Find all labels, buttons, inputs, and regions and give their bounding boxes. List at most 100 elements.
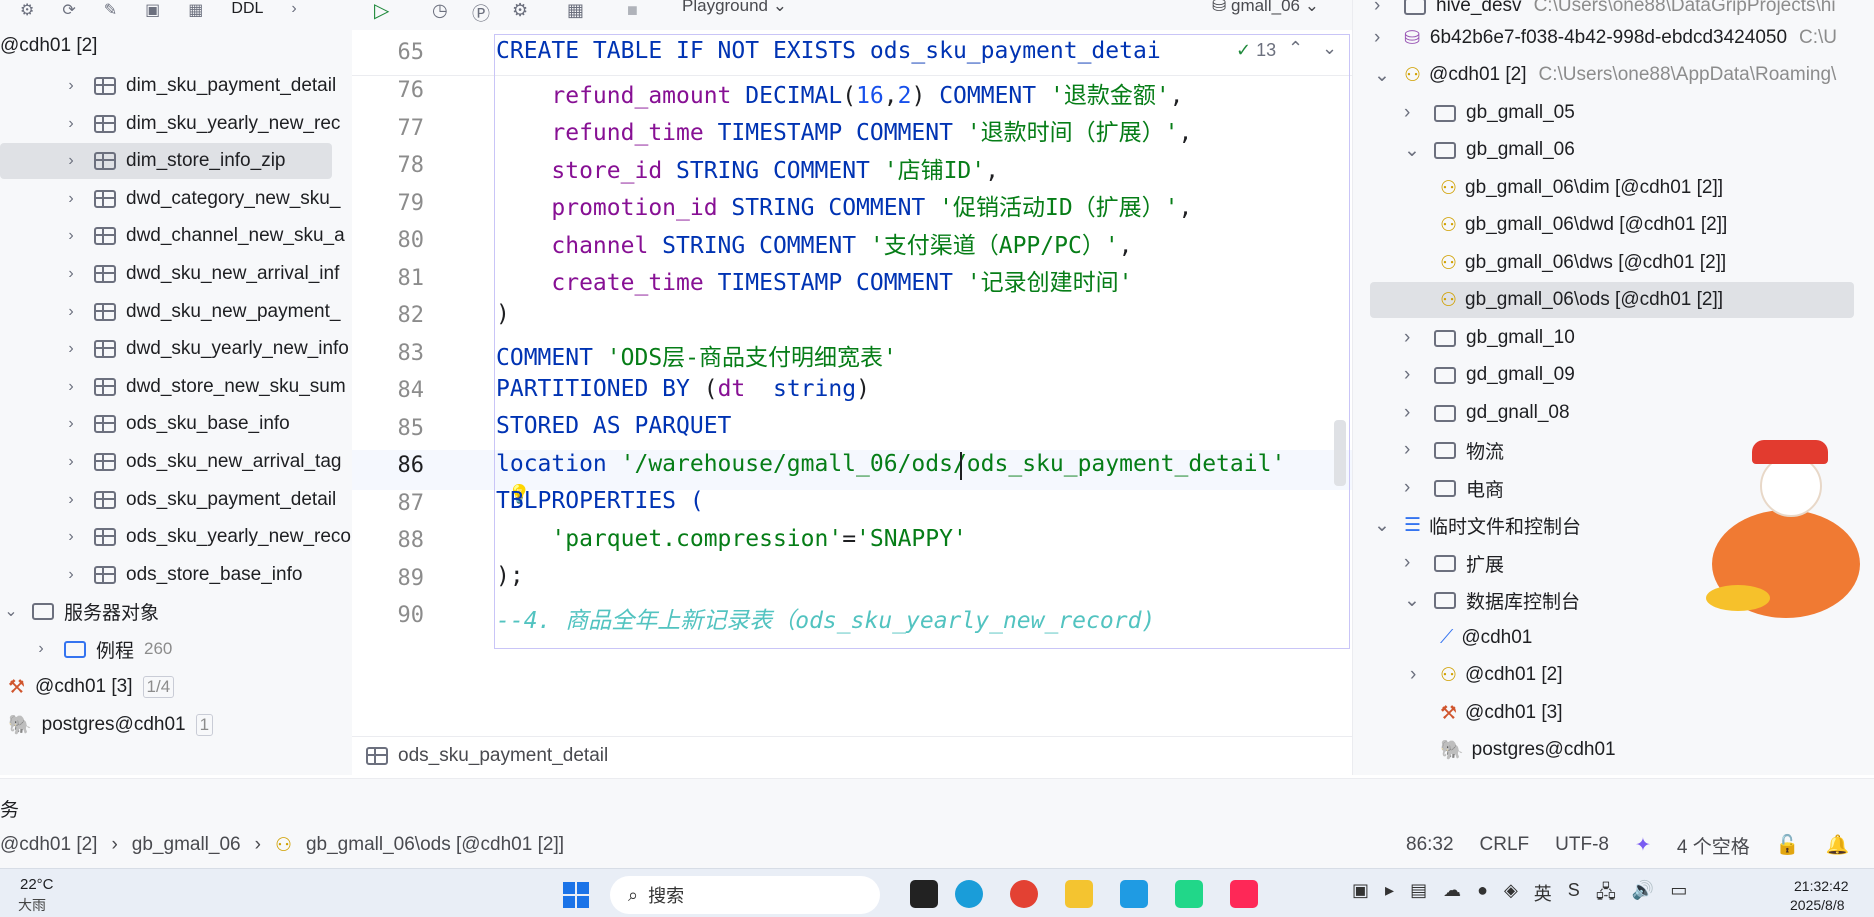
- table-node[interactable]: › ods_sku_new_arrival_tag: [0, 444, 352, 480]
- consoles-node[interactable]: ⌄ 数据库控制台: [1352, 582, 1580, 618]
- clock-time[interactable]: 21:32:42: [1794, 878, 1849, 894]
- table-node[interactable]: › dim_sku_payment_detail: [0, 68, 352, 104]
- chevron-down-icon[interactable]: ⌄: [4, 601, 18, 621]
- chevron-right-icon[interactable]: ›: [64, 340, 78, 358]
- chevron-right-icon[interactable]: ›: [64, 115, 78, 133]
- chevron-right-icon[interactable]: ›: [64, 378, 78, 396]
- tray-app-icon[interactable]: S: [1568, 880, 1580, 910]
- console-cdh01-3[interactable]: ⚒ @cdh01 [3]: [1352, 695, 1563, 731]
- chevron-right-icon[interactable]: ›: [1404, 402, 1424, 424]
- postgres-node[interactable]: 🐘 postgres@cdh01 1: [0, 707, 352, 743]
- chevron-right-icon[interactable]: ›: [64, 265, 78, 283]
- chevron-right-icon[interactable]: ›: [64, 303, 78, 321]
- chevron-right-icon[interactable]: ›: [64, 453, 78, 471]
- network-icon[interactable]: 🖧: [1596, 880, 1616, 910]
- weather-desc[interactable]: 大雨: [18, 895, 46, 915]
- table-node[interactable]: › dim_store_info_zip: [0, 143, 332, 180]
- console-cdh01-2[interactable]: › ⚇ @cdh01 [2]: [1352, 657, 1563, 693]
- table-node[interactable]: › dim_sku_yearly_new_rec: [0, 106, 352, 142]
- console-postgres[interactable]: 🐘 postgres@cdh01: [1352, 732, 1616, 768]
- chevron-down-icon[interactable]: ⌄: [1404, 139, 1424, 162]
- chevron-right-icon[interactable]: ›: [64, 491, 78, 509]
- edge-icon[interactable]: [955, 880, 983, 908]
- chevron-right-icon[interactable]: ›: [64, 227, 78, 245]
- start-button[interactable]: [563, 882, 589, 908]
- chevron-up-icon[interactable]: ⌃: [1288, 38, 1303, 59]
- table-node[interactable]: › dwd_sku_yearly_new_info: [0, 331, 352, 367]
- wuliu-node[interactable]: › 物流: [1352, 432, 1504, 468]
- tree-root[interactable]: @cdh01 [2]: [0, 28, 352, 64]
- chevron-right-icon[interactable]: ›: [34, 640, 48, 658]
- app-icon-store[interactable]: [1120, 880, 1148, 908]
- table-view-icon[interactable]: ▦: [188, 0, 203, 20]
- ext-node[interactable]: › 扩展: [1352, 545, 1504, 581]
- line-separator[interactable]: CRLF: [1480, 834, 1530, 856]
- chevron-right-icon[interactable]: ›: [1404, 552, 1424, 574]
- file-encoding[interactable]: UTF-8: [1555, 834, 1609, 856]
- gb05-node[interactable]: › gb_gmall_05: [1352, 95, 1575, 131]
- chevron-right-icon[interactable]: ›: [1404, 477, 1424, 499]
- editor-breadcrumb[interactable]: ods_sku_payment_detail: [352, 736, 1352, 774]
- table-node[interactable]: › ods_sku_yearly_new_reco: [0, 519, 352, 555]
- ime-icon[interactable]: 英: [1534, 880, 1552, 910]
- status-breadcrumb[interactable]: @cdh01 [2] › gb_gmall_06 › ⚇ gb_gmall_06…: [0, 832, 564, 858]
- app-icon-terminal[interactable]: [910, 880, 938, 908]
- table-node[interactable]: › dwd_category_new_sku_: [0, 181, 352, 217]
- schema-dwd[interactable]: ⚇ gb_gmall_06\dwd [@cdh01 [2]]: [1352, 207, 1727, 243]
- table-node[interactable]: › ods_sku_payment_detail: [0, 482, 352, 518]
- console-cdh01[interactable]: ⟋ @cdh01: [1352, 620, 1532, 656]
- gb06-node[interactable]: ⌄ gb_gmall_06: [1352, 132, 1575, 168]
- chevron-down-icon[interactable]: ⌄: [1322, 38, 1337, 59]
- schema-ods[interactable]: ⚇ gb_gmall_06\ods [@cdh01 [2]]: [1370, 282, 1854, 318]
- chevron-right-icon[interactable]: ›: [64, 190, 78, 208]
- schema-dws[interactable]: ⚇ gb_gmall_06\dws [@cdh01 [2]]: [1352, 245, 1726, 281]
- crumb-datasource[interactable]: @cdh01 [2]: [0, 834, 97, 856]
- chevron-right-icon[interactable]: ›: [1374, 27, 1394, 49]
- caret-position[interactable]: 86:32: [1406, 834, 1454, 856]
- scrollbar-thumb[interactable]: [1334, 420, 1346, 486]
- edit-icon[interactable]: ✎: [104, 0, 117, 20]
- scratch-node[interactable]: ⌄ ☰ 临时文件和控制台: [1352, 507, 1581, 543]
- chevron-down-icon[interactable]: ⌄: [1374, 514, 1394, 537]
- table-node[interactable]: › dwd_sku_new_arrival_inf: [0, 256, 352, 292]
- run-icon[interactable]: ▷: [374, 0, 389, 23]
- chevron-right-icon[interactable]: ›: [64, 566, 78, 584]
- folder-icon[interactable]: [1065, 880, 1093, 908]
- cdh2-node[interactable]: ⌄ ⚇ @cdh01 [2] C:\Users\one88\AppData\Roami…: [1352, 57, 1836, 93]
- chrome-icon[interactable]: [1010, 880, 1038, 908]
- ai-assistant-icon[interactable]: ✦: [1635, 834, 1651, 857]
- indent-setting[interactable]: 4 个空格: [1677, 832, 1750, 859]
- server-objects[interactable]: ⌄ 服务器对象: [0, 593, 352, 629]
- taskbar-search[interactable]: ⌕ 搜索: [610, 876, 880, 914]
- tray-app-icon[interactable]: ▤: [1410, 880, 1427, 910]
- settings-icon[interactable]: ⚙: [512, 0, 528, 21]
- stop-icon[interactable]: ■: [627, 0, 638, 21]
- chevron-down-icon[interactable]: ⌄: [1374, 64, 1394, 87]
- chevron-right-icon[interactable]: ›: [64, 152, 78, 170]
- tray-app-icon[interactable]: ▸: [1385, 880, 1394, 910]
- table-node[interactable]: › dwd_channel_new_sku_a: [0, 218, 352, 254]
- chevron-right-icon[interactable]: ›: [291, 0, 296, 18]
- security-icon[interactable]: ◈: [1504, 880, 1518, 910]
- settings-icon[interactable]: ⚙: [20, 0, 34, 20]
- chevron-right-icon[interactable]: ›: [64, 528, 78, 546]
- clock-date[interactable]: 2025/8/8: [1790, 897, 1845, 913]
- volume-icon[interactable]: 🔊: [1632, 880, 1654, 910]
- chevron-right-icon[interactable]: ›: [1404, 327, 1424, 349]
- gb10-node[interactable]: › gb_gmall_10: [1352, 320, 1575, 356]
- battery-icon[interactable]: ▭: [1670, 880, 1687, 910]
- jump-icon[interactable]: ▣: [145, 0, 160, 20]
- table-node[interactable]: › dwd_store_new_sku_sum: [0, 369, 352, 405]
- refresh-icon[interactable]: ⟳: [62, 0, 75, 20]
- chevron-right-icon[interactable]: ›: [64, 415, 78, 433]
- plan-icon[interactable]: Ⓟ: [472, 0, 490, 26]
- datagrip-icon[interactable]: [1175, 880, 1203, 908]
- playground-dropdown[interactable]: Playground ⌄: [682, 0, 787, 16]
- notifications-icon[interactable]: 🔔: [1825, 833, 1849, 857]
- ddl-button[interactable]: DDL: [231, 0, 263, 18]
- chevron-right-icon[interactable]: ›: [1374, 0, 1394, 17]
- dianshang-node[interactable]: › 电商: [1352, 470, 1504, 506]
- gd09-node[interactable]: › gd_gmall_09: [1352, 357, 1575, 393]
- chevron-right-icon[interactable]: ›: [1404, 364, 1424, 386]
- schema-dim[interactable]: ⚇ gb_gmall_06\dim [@cdh01 [2]]: [1352, 170, 1723, 206]
